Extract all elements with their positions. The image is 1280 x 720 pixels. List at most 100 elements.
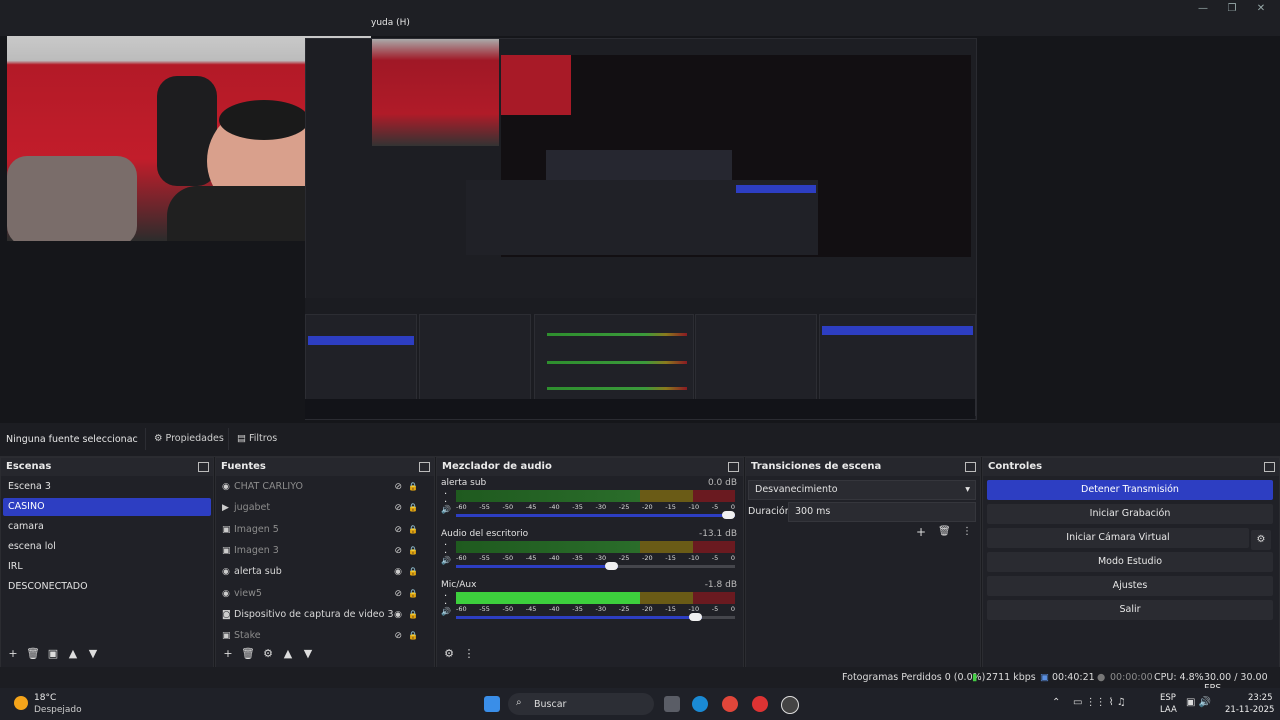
source-item[interactable]: ◙ Dispositivo de captura de video 3 ◉ 🔒 [220,606,424,624]
control-button[interactable]: Iniciar Cámara Virtual [987,528,1249,548]
volume-slider[interactable] [456,613,735,621]
scene-item[interactable]: camara [3,518,211,536]
preview-canvas[interactable] [0,36,1280,423]
add-scene-button[interactable]: + [3,647,23,660]
volume-slider[interactable] [456,562,735,570]
obs-icon[interactable] [781,696,799,714]
eye-hidden-icon[interactable]: ⊘ [394,585,402,603]
lock-icon[interactable]: 🔒 [408,606,418,624]
chevron-up-icon[interactable]: ⌃ [1052,697,1060,708]
add-transition-button[interactable]: + [916,525,926,539]
filters-icon[interactable]: ▣ [43,647,63,660]
clock-date[interactable]: 21-11-2025 [1225,705,1274,715]
tick-label: 0 [730,605,735,613]
windows-start-icon[interactable] [484,696,500,712]
lang-primary[interactable]: ESP [1160,693,1176,703]
tick-label: -30 [595,605,607,613]
remove-source-button[interactable]: 🗑 [238,647,258,660]
tick-label: -50 [502,605,514,613]
minimize-icon[interactable]: — [1194,2,1212,16]
controls-title: Controles [983,458,1279,476]
volume-icon[interactable]: 🔊 [441,607,451,616]
source-item[interactable]: ▶ jugabet ⊘ 🔒 [220,499,424,517]
undock-icon[interactable] [965,462,976,472]
eye-hidden-icon[interactable]: ⊘ [394,627,402,645]
filters-button[interactable]: ▤ Filtros [228,428,285,450]
transition-select[interactable]: Desvanecimiento ▾ [748,480,976,500]
undock-icon[interactable] [419,462,430,472]
tick-label: -10 [688,554,700,562]
eye-hidden-icon[interactable]: ⊘ [394,542,402,560]
move-down-button[interactable]: ▼ [298,647,318,660]
weather-desc[interactable]: Despejado [34,705,82,715]
chrome-profile-icon[interactable] [752,696,768,712]
source-item[interactable]: ◉ alerta sub ◉ 🔒 [220,563,424,581]
undock-icon[interactable] [728,462,739,472]
remove-transition-button[interactable]: 🗑 [938,526,951,537]
source-item[interactable]: ▣ Stake ⊘ 🔒 [220,627,424,645]
control-button[interactable]: Detener Transmisión [987,480,1273,500]
move-down-button[interactable]: ▼ [83,647,103,660]
mixer-menu-button[interactable]: ⋮ [459,647,479,660]
edge-icon[interactable] [692,696,708,712]
virtual-camera-settings-button[interactable]: ⚙ [1251,530,1271,550]
level-meter [456,541,735,553]
move-up-button[interactable]: ▲ [63,647,83,660]
duration-input[interactable]: 300 ms [788,502,976,522]
lock-icon[interactable]: 🔒 [408,585,418,603]
lock-icon[interactable]: 🔒 [408,542,418,560]
menu-help[interactable]: yuda (H) [371,18,410,28]
add-source-button[interactable]: + [218,647,238,660]
transition-menu-button[interactable]: ⋮ [962,526,972,537]
eye-hidden-icon[interactable]: ⊘ [394,521,402,539]
slider-knob[interactable] [688,613,702,621]
scene-item[interactable]: CASINO [3,498,211,516]
advanced-audio-button[interactable]: ⚙ [439,647,459,660]
lock-icon[interactable]: 🔒 [408,627,418,645]
remove-scene-button[interactable]: 🗑 [23,647,43,660]
control-button[interactable]: Ajustes [987,576,1273,596]
volume-icon[interactable]: 🔊 [441,556,451,565]
lang-secondary[interactable]: LAA [1160,705,1177,715]
volume-icon[interactable]: 🔊 [441,505,451,514]
scene-item[interactable]: IRL [3,558,211,576]
move-up-button[interactable]: ▲ [278,647,298,660]
search-box[interactable]: ⌕ Buscar [508,693,654,715]
source-item[interactable]: ▣ Imagen 5 ⊘ 🔒 [220,521,424,539]
tray-icons[interactable]: ▭ ⋮⋮ ⌇ ♫ [1073,697,1126,708]
eye-icon[interactable]: ◉ [394,606,402,624]
scene-item[interactable]: DESCONECTADO [3,578,211,596]
lock-icon[interactable]: 🔒 [408,499,418,517]
eye-hidden-icon[interactable]: ⊘ [394,499,402,517]
slider-knob[interactable] [722,511,735,519]
properties-button[interactable]: ⚙ Propiedades [145,428,232,450]
control-button[interactable]: Salir [987,600,1273,620]
scene-item[interactable]: Escena 3 [3,478,211,496]
undock-icon[interactable] [198,462,209,472]
volume-slider[interactable] [456,511,735,519]
lock-icon[interactable]: 🔒 [408,478,418,496]
source-item[interactable]: ◉ view5 ⊘ 🔒 [220,585,424,603]
eye-hidden-icon[interactable]: ⊘ [394,478,402,496]
control-button[interactable]: Modo Estudio [987,552,1273,572]
maximize-icon[interactable]: ❐ [1223,2,1241,16]
clock-time[interactable]: 23:25 [1248,693,1273,703]
source-settings-button[interactable]: ⚙ [258,647,278,660]
source-item[interactable]: ◉ CHAT CARLIYO ⊘ 🔒 [220,478,424,496]
slider-knob[interactable] [604,562,618,570]
scene-item[interactable]: escena lol [3,538,211,556]
lock-icon[interactable]: 🔒 [408,521,418,539]
tick-label: -60 [456,554,467,562]
control-button[interactable]: Iniciar Grabación [987,504,1273,524]
source-name: CHAT CARLIYO [234,481,303,492]
tick-label: -5 [711,503,719,511]
chrome-icon[interactable] [722,696,738,712]
source-name: alerta sub [234,566,282,578]
task-view-icon[interactable] [664,696,680,712]
eye-icon[interactable]: ◉ [394,563,402,581]
source-item[interactable]: ▣ Imagen 3 ⊘ 🔒 [220,542,424,560]
network-volume-icons[interactable]: ▣ 🔊 [1186,697,1211,708]
lock-icon[interactable]: 🔒 [408,563,418,581]
close-icon[interactable]: ✕ [1252,2,1270,16]
undock-icon[interactable] [1264,462,1275,472]
